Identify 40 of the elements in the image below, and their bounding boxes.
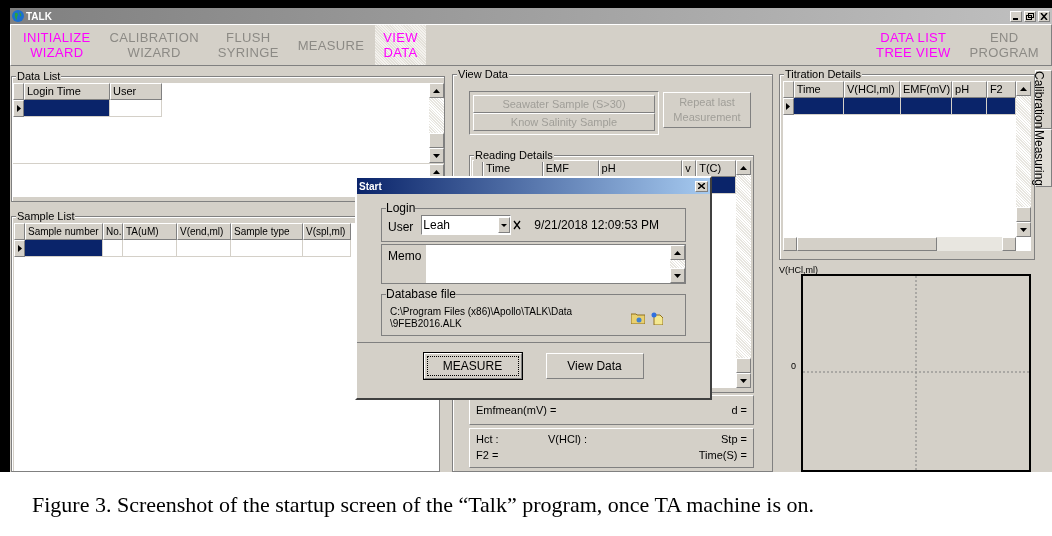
group-title: View Data (457, 67, 509, 81)
y-axis-label: V(HCl,ml) (779, 264, 818, 277)
user-dropdown[interactable]: Leah (421, 215, 512, 235)
column-header[interactable]: Sample number (25, 223, 103, 240)
user-label: User (388, 219, 414, 236)
column-header[interactable]: Login Time (24, 83, 110, 100)
column-header[interactable]: User (110, 83, 162, 100)
time-label: Time(S) = (698, 448, 747, 463)
f2-label: F2 = (476, 448, 500, 463)
column-header[interactable]: V(spl,ml) (303, 223, 351, 240)
dialog-title: Start (359, 179, 382, 194)
d-label: d = (731, 402, 747, 418)
side-tab[interactable]: Calibration (1035, 70, 1052, 130)
login-timestamp: 9/21/2018 12:09:53 PM (534, 217, 660, 234)
column-header[interactable]: F2 (986, 81, 1016, 98)
group-title: Database file (386, 287, 457, 301)
dialog-button[interactable]: MEASURE (423, 353, 522, 379)
group-title: Login (386, 201, 416, 215)
column-header[interactable]: Time (793, 81, 844, 98)
column-header[interactable]: EMF(mV) (900, 81, 952, 98)
column-header[interactable]: Sample type (231, 223, 303, 240)
column-header[interactable]: V(end,ml) (177, 223, 231, 240)
stp-label: Stp = (720, 432, 747, 447)
v-hcl-label: V(HCl) : (548, 432, 589, 447)
emf-mean-label: Emfmean(mV) = (476, 402, 557, 418)
dialog-button[interactable]: View Data (545, 353, 644, 379)
database-path: C:\Program Files (x86)\Apollo\TALK\Data \9FEB2016.ALK (390, 306, 574, 330)
column-header[interactable]: TA(uM) (123, 223, 177, 240)
column-header[interactable]: No. (103, 223, 123, 240)
hct-label: Hct : (476, 432, 500, 447)
column-header[interactable]: pH (952, 81, 987, 98)
y-tick-label: 0 (791, 360, 796, 373)
group-title: Sample List (16, 209, 76, 223)
group-title: Titration Details (784, 67, 862, 81)
group-title: Reading Details (474, 148, 554, 162)
column-header[interactable]: V(HCl,ml) (843, 81, 900, 98)
group-title: Data List (16, 69, 62, 83)
column-header[interactable]: T(C) (696, 160, 736, 177)
figure-caption: Figure 3. Screenshot of the startup screen of the “Talk” program, once TA machine is on. (32, 491, 814, 519)
window-title: TALK (26, 9, 52, 24)
